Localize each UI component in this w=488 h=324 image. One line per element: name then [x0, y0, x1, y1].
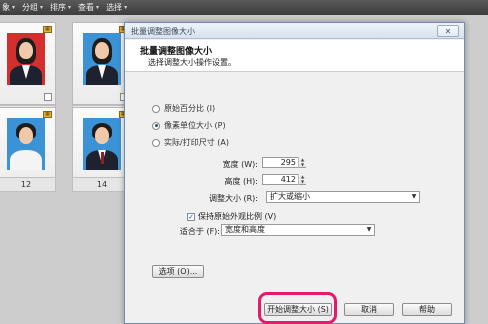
- spin-down-icon[interactable]: ▼: [299, 162, 306, 167]
- height-label: 高度 (H):: [224, 177, 259, 186]
- dialog-titlebar[interactable]: 批量调整图像大小 ✕: [125, 23, 464, 39]
- radio-selected-icon: [152, 121, 160, 130]
- chevron-down-icon: ▼: [366, 226, 372, 233]
- radio-icon: [152, 104, 160, 113]
- portrait-photo: [83, 33, 121, 85]
- toolbar-menu-select-label: 选择: [106, 3, 123, 12]
- toolbar-menu-select[interactable]: 选择 ▾: [106, 2, 127, 13]
- chevron-down-icon: ▼: [411, 193, 417, 200]
- radio-label: 实际/打印尺寸 (A): [164, 138, 229, 147]
- close-icon: ✕: [444, 26, 452, 36]
- dialog-title: 批量调整图像大小: [131, 27, 195, 36]
- header-title: 批量调整图像大小: [140, 47, 213, 57]
- batch-resize-dialog: 批量调整图像大小 ✕ 批量调整图像大小 选择调整大小操作设置。 原始百分比 (I…: [124, 22, 465, 324]
- toolbar-menu-object-label: 象: [2, 3, 10, 12]
- thumbnail[interactable]: ▦: [72, 22, 132, 105]
- fit-to-select[interactable]: 宽度和高度 ▼: [221, 224, 375, 236]
- resize-label: 调整大小 (R):: [208, 194, 258, 203]
- fit-to-label: 适合于 (F):: [179, 227, 220, 236]
- chevron-down-icon: ▾: [12, 4, 16, 11]
- chevron-down-icon: ▾: [124, 4, 128, 11]
- portrait-photo: [7, 118, 45, 170]
- height-stepper[interactable]: ▲ ▼: [298, 174, 306, 185]
- app-toolbar: 象 ▾ 分组 ▾ 排序 ▾ 查看 ▾ 选择 ▾: [0, 0, 488, 15]
- thumbnail-caption: 14: [72, 177, 132, 192]
- dialog-header: 批量调整图像大小 选择调整大小操作设置。: [125, 40, 464, 72]
- toolbar-menu-object[interactable]: 象 ▾: [2, 2, 15, 13]
- highlight-annotation: [258, 292, 337, 324]
- image-type-icon: ▦: [43, 111, 52, 118]
- thumbnail-caption: 12: [0, 177, 56, 192]
- select-checkbox[interactable]: [44, 93, 52, 101]
- width-stepper[interactable]: ▲ ▼: [298, 157, 306, 168]
- options-button[interactable]: 选项 (O)...: [152, 265, 204, 278]
- radio-label: 像素单位大小 (P): [164, 121, 226, 130]
- header-subtitle: 选择调整大小操作设置。: [148, 58, 236, 67]
- radio-label: 原始百分比 (I): [164, 104, 216, 113]
- radio-original-percent[interactable]: 原始百分比 (I): [152, 103, 215, 114]
- cancel-button[interactable]: 取消: [344, 303, 394, 316]
- toolbar-menu-sort-label: 排序: [50, 3, 67, 12]
- radio-icon: [152, 138, 160, 147]
- chevron-down-icon: ▾: [96, 4, 100, 11]
- radio-print-size[interactable]: 实际/打印尺寸 (A): [152, 137, 229, 148]
- toolbar-menu-view-label: 查看: [78, 3, 95, 12]
- fit-to-select-value: 宽度和高度: [225, 225, 265, 234]
- keep-aspect-checkbox[interactable]: ✓ 保持原始外观比例 (V): [187, 211, 276, 222]
- portrait-photo: [83, 118, 121, 170]
- resize-select[interactable]: 扩大或缩小 ▼: [266, 191, 420, 203]
- toolbar-menu-group[interactable]: 分组 ▾: [22, 2, 43, 13]
- chevron-down-icon: ▾: [40, 4, 44, 11]
- width-label: 宽度 (W):: [222, 160, 258, 169]
- toolbar-menu-sort[interactable]: 排序 ▾: [50, 2, 71, 13]
- spin-down-icon[interactable]: ▼: [299, 179, 306, 184]
- thumbnail[interactable]: ▦: [0, 22, 56, 105]
- close-button[interactable]: ✕: [437, 25, 459, 37]
- checkbox-checked-icon: ✓: [187, 212, 195, 221]
- toolbar-menu-view[interactable]: 查看 ▾: [78, 2, 99, 13]
- resize-select-value: 扩大或缩小: [270, 192, 310, 201]
- chevron-down-icon: ▾: [68, 4, 72, 11]
- toolbar-menu-group-label: 分组: [22, 3, 39, 12]
- image-type-icon: ▦: [43, 26, 52, 33]
- radio-pixel-size[interactable]: 像素单位大小 (P): [152, 120, 226, 131]
- help-button[interactable]: 帮助: [402, 303, 452, 316]
- portrait-photo: [7, 33, 45, 85]
- keep-aspect-label: 保持原始外观比例 (V): [198, 212, 277, 221]
